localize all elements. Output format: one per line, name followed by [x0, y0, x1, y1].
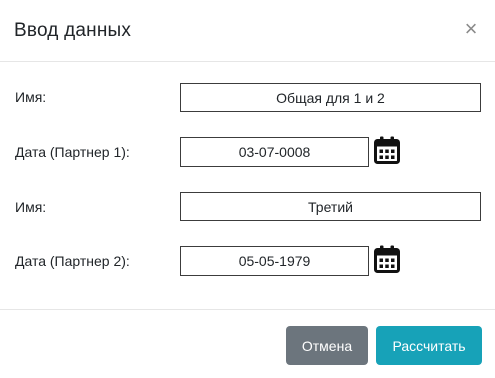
dialog-header: Ввод данных ×	[0, 0, 495, 62]
dialog-title: Ввод данных	[14, 20, 132, 41]
date-partner-1-input[interactable]	[180, 137, 369, 167]
dialog-footer: Отмена Рассчитать	[0, 309, 495, 378]
name-1-input[interactable]	[180, 83, 481, 112]
name-2-label: Имя:	[15, 199, 47, 215]
date-partner-2-label: Дата (Партнер 2):	[15, 253, 130, 269]
calculate-button[interactable]: Рассчитать	[376, 326, 482, 365]
calendar-icon[interactable]	[374, 245, 400, 273]
close-button[interactable]: ×	[461, 17, 481, 41]
name-1-label: Имя:	[15, 89, 47, 105]
name-2-input[interactable]	[180, 192, 481, 221]
date-partner-1-label: Дата (Партнер 1):	[15, 144, 130, 160]
input-dialog: Ввод данных × Имя: Дата (Партнер 1): Имя…	[0, 0, 495, 378]
cancel-button[interactable]: Отмена	[286, 326, 368, 365]
date-partner-2-input[interactable]	[180, 246, 369, 276]
calendar-icon[interactable]	[374, 136, 400, 164]
